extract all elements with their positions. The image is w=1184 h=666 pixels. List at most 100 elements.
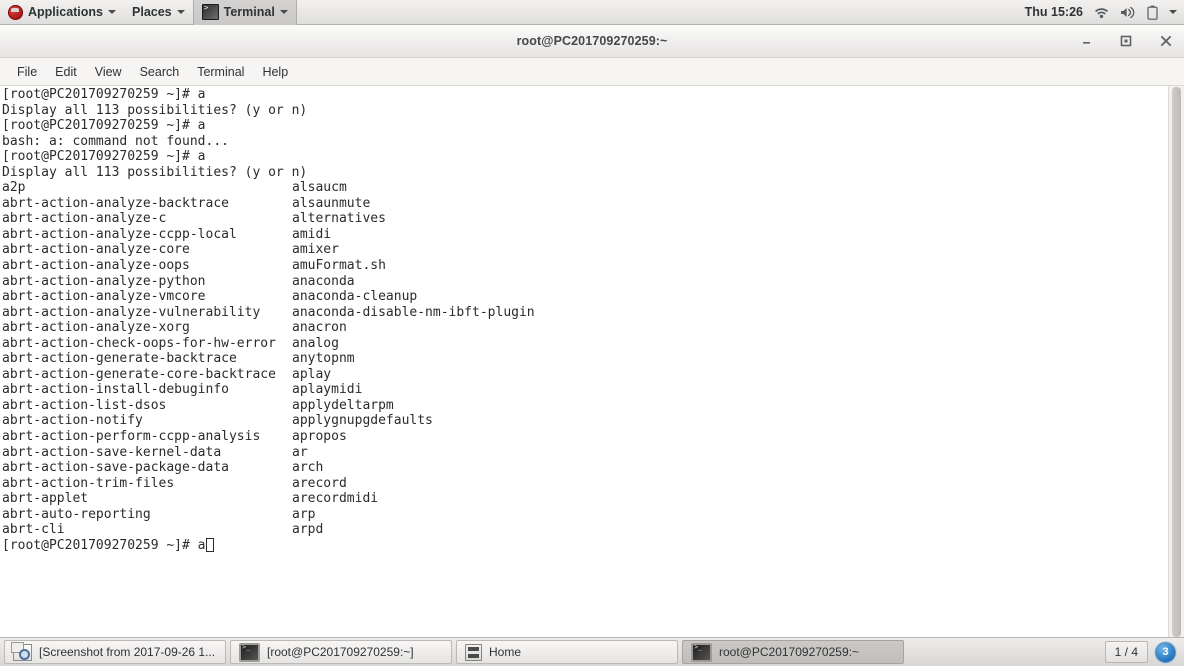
completion-item: arecordmidi (292, 491, 379, 507)
completion-item: anaconda-cleanup (292, 289, 418, 305)
chevron-down-icon[interactable] (1169, 10, 1177, 14)
completion-item: abrt-action-analyze-python (2, 273, 206, 289)
completion-row: abrt-action-trim-files arecord (2, 476, 1168, 492)
chevron-down-icon (176, 10, 185, 14)
terminal-window: root@PC201709270259:~ File Edit View Sea… (0, 25, 1184, 638)
completion-row: a2p alsaucm (2, 180, 1168, 196)
completion-item: arch (292, 460, 324, 476)
completion-item: abrt-action-analyze-core (2, 242, 190, 258)
completion-item: ar (292, 444, 308, 460)
terminal-icon (239, 642, 260, 662)
completion-item: abrt-action-check-oops-for-hw-error (2, 335, 276, 351)
active-app-menu[interactable]: Terminal (192, 0, 297, 25)
battery-icon[interactable] (1147, 5, 1158, 20)
taskbar: [Screenshot from 2017-09-26 1... [root@P… (0, 637, 1184, 666)
completion-row: abrt-action-analyze-vmcore anaconda-clean… (2, 289, 1168, 305)
volume-icon[interactable] (1120, 6, 1136, 19)
chevron-down-icon (108, 10, 117, 14)
completion-row: abrt-action-save-package-data arch (2, 460, 1168, 476)
terminal-line: [root@PC201709270259 ~]# a (2, 149, 206, 165)
completion-item: abrt-cli (2, 522, 65, 538)
completion-item: abrt-action-generate-core-backtrace (2, 366, 276, 382)
completion-item: abrt-action-analyze-oops (2, 258, 190, 274)
taskbar-item-screenshot[interactable]: [Screenshot from 2017-09-26 1... (4, 640, 226, 664)
terminal-icon (201, 3, 219, 20)
completion-item: a2p (2, 180, 26, 196)
menu-view[interactable]: View (86, 62, 131, 82)
maximize-button[interactable] (1116, 31, 1136, 51)
completion-row: abrt-action-analyze-backtrace alsaunmute (2, 196, 1168, 212)
completion-item: abrt-action-analyze-backtrace (2, 195, 229, 211)
workspace-switcher[interactable]: 1 / 4 (1104, 641, 1148, 663)
completion-row: abrt-action-analyze-core amixer (2, 242, 1168, 258)
terminal-line: Display all 113 possibilities? (y or n) (2, 164, 308, 180)
terminal-icon (691, 642, 712, 662)
completion-row: abrt-action-install-debuginfo aplaymidi (2, 382, 1168, 398)
taskbar-item-home[interactable]: Home (456, 640, 678, 664)
completion-row: abrt-action-analyze-c alternatives (2, 211, 1168, 227)
completion-item: abrt-action-analyze-vmcore (2, 289, 206, 305)
scrollbar-thumb[interactable] (1172, 87, 1181, 637)
window-title: root@PC201709270259:~ (516, 34, 668, 48)
notification-badge[interactable]: 3 (1155, 641, 1176, 663)
places-menu[interactable]: Places (124, 0, 193, 25)
terminal-line: [root@PC201709270259 ~]# a (2, 118, 206, 134)
menu-search[interactable]: Search (131, 62, 189, 82)
completion-item: abrt-action-analyze-c (2, 211, 167, 227)
completion-item: amixer (292, 242, 339, 258)
completion-item: abrt-action-save-kernel-data (2, 444, 222, 460)
completion-row: abrt-action-analyze-xorg anacron (2, 320, 1168, 336)
minimize-button[interactable] (1076, 31, 1096, 51)
clock[interactable]: Thu 15:26 (1025, 5, 1083, 19)
completion-item: abrt-action-save-package-data (2, 460, 229, 476)
completion-row: abrt-action-perform-ccpp-analysis apropos (2, 429, 1168, 445)
completion-item: anaconda (292, 273, 355, 289)
completion-item: apropos (292, 429, 347, 445)
taskbar-item-label: root@PC201709270259:~ (719, 645, 859, 659)
completion-row: abrt-applet arecordmidi (2, 491, 1168, 507)
places-menu-label: Places (132, 5, 172, 19)
fedora-logo-icon (8, 4, 23, 20)
completion-item: abrt-action-analyze-xorg (2, 320, 190, 336)
completion-item: aplaymidi (292, 382, 363, 398)
terminal-line: Display all 113 possibilities? (y or n) (2, 102, 308, 118)
menu-edit[interactable]: Edit (46, 62, 86, 82)
completion-item: anacron (292, 320, 347, 336)
terminal-output[interactable]: [root@PC201709270259 ~]# a Display all 11… (0, 86, 1168, 638)
completion-item: alsaunmute (292, 195, 371, 211)
completion-item: abrt-action-analyze-vulnerability (2, 304, 261, 320)
taskbar-item-label: [Screenshot from 2017-09-26 1... (39, 645, 216, 659)
top-panel: Applications Places Terminal Thu 15:26 (0, 0, 1184, 25)
completion-item: alternatives (292, 211, 386, 227)
completion-item: arpd (292, 522, 324, 538)
terminal-scrollbar[interactable] (1168, 86, 1184, 638)
window-titlebar[interactable]: root@PC201709270259:~ (0, 25, 1184, 58)
completion-row: abrt-action-analyze-ccpp-local amidi (2, 227, 1168, 243)
menu-file[interactable]: File (8, 62, 46, 82)
taskbar-item-terminal-2[interactable]: root@PC201709270259:~ (682, 640, 904, 664)
terminal-prompt-line: [root@PC201709270259 ~]# a (2, 537, 1168, 554)
taskbar-status-area: 1 / 4 3 (1104, 641, 1182, 663)
menu-terminal[interactable]: Terminal (188, 62, 253, 82)
terminal-view[interactable]: [root@PC201709270259 ~]# a Display all 11… (0, 86, 1184, 638)
terminal-line: [root@PC201709270259 ~]# a (2, 87, 206, 102)
active-app-menu-label: Terminal (223, 5, 275, 19)
applications-menu[interactable]: Applications (0, 0, 124, 25)
completion-row: abrt-action-analyze-python anaconda (2, 274, 1168, 290)
completion-item: aplay (292, 366, 332, 382)
close-icon (1160, 35, 1172, 47)
completion-item: abrt-auto-reporting (2, 506, 151, 522)
taskbar-item-label: Home (489, 645, 522, 659)
completion-row: abrt-action-check-oops-for-hw-error analo… (2, 336, 1168, 352)
taskbar-item-terminal-1[interactable]: [root@PC201709270259:~] (230, 640, 452, 664)
completion-row: abrt-action-analyze-oops amuFormat.sh (2, 258, 1168, 274)
completion-row: abrt-action-analyze-vulnerability anacond… (2, 305, 1168, 321)
completion-row: abrt-action-notify applygnupgdefaults (2, 413, 1168, 429)
menu-help[interactable]: Help (253, 62, 297, 82)
completion-item: arecord (292, 475, 347, 491)
chevron-down-icon (279, 10, 288, 14)
completion-item: abrt-action-trim-files (2, 475, 175, 491)
wifi-icon[interactable] (1094, 6, 1109, 19)
panel-status-area: Thu 15:26 (1025, 0, 1184, 25)
close-button[interactable] (1156, 31, 1176, 51)
